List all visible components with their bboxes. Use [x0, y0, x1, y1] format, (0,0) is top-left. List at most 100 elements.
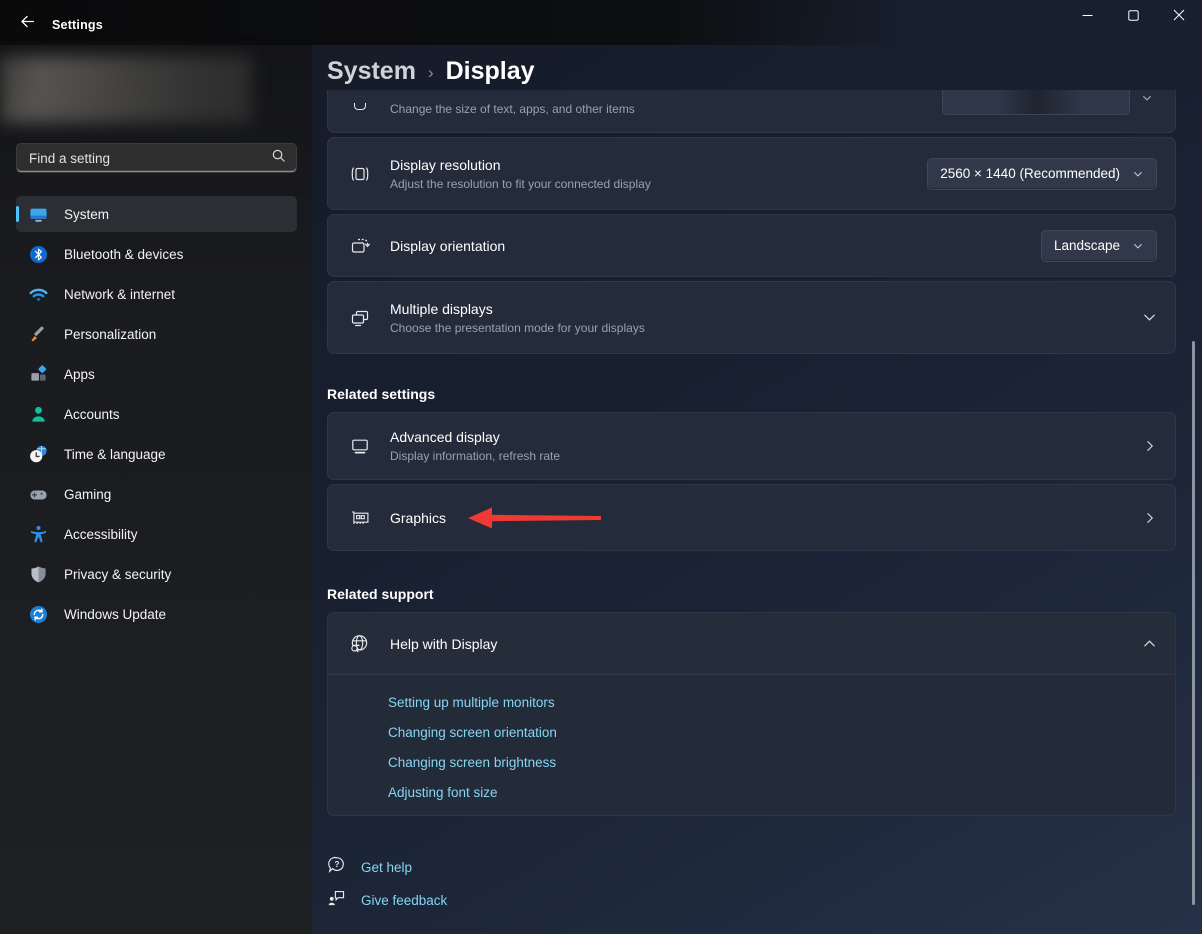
feedback-icon	[327, 888, 346, 912]
resolution-dropdown[interactable]: 2560 × 1440 (Recommended)	[927, 158, 1157, 190]
multiple-displays-icon	[349, 308, 370, 328]
back-button[interactable]	[14, 13, 40, 35]
close-icon	[1173, 8, 1185, 26]
chevron-down-icon	[1132, 240, 1144, 252]
breadcrumb-root[interactable]: System	[327, 57, 416, 86]
orientation-value: Landscape	[1054, 238, 1120, 253]
sidebar-item-network-internet[interactable]: Network & internet	[16, 276, 297, 312]
give-feedback-label: Give feedback	[361, 893, 447, 908]
display-orientation-icon	[349, 236, 370, 256]
sidebar-item-label: System	[64, 207, 109, 222]
sidebar-item-label: Apps	[64, 367, 95, 382]
minimize-button[interactable]	[1064, 0, 1110, 33]
help-link[interactable]: Changing screen orientation	[388, 725, 1175, 740]
card-title: Display orientation	[390, 238, 1041, 254]
sidebar-item-time-language[interactable]: Time & language	[16, 436, 297, 472]
maximize-button[interactable]	[1110, 0, 1156, 33]
card-subtitle: Choose the presentation mode for your di…	[390, 321, 1142, 335]
get-help-label: Get help	[361, 860, 412, 875]
orientation-dropdown[interactable]: Landscape	[1041, 230, 1157, 262]
related-support-header: Related support	[327, 586, 434, 602]
get-help-link[interactable]: ? Get help	[327, 855, 412, 879]
help-card-title: Help with Display	[390, 636, 1142, 652]
scale-dropdown[interactable]	[942, 90, 1130, 115]
sidebar-nav: System Bluetooth & devices Network & int…	[16, 196, 297, 636]
help-link[interactable]: Changing screen brightness	[388, 755, 1175, 770]
help-with-display-card: Help with Display Setting up multiple mo…	[327, 612, 1176, 816]
chevron-up-icon[interactable]	[1142, 636, 1157, 651]
sidebar-item-bluetooth-devices[interactable]: Bluetooth & devices	[16, 236, 297, 272]
card-title: Display resolution	[390, 157, 927, 173]
sidebar-item-label: Bluetooth & devices	[64, 247, 183, 262]
sidebar-item-label: Network & internet	[64, 287, 175, 302]
sidebar-item-label: Accounts	[64, 407, 120, 422]
advanced-display-card[interactable]: Advanced display Display information, re…	[327, 412, 1176, 480]
back-arrow-icon	[19, 13, 36, 35]
help-card-header[interactable]: Help with Display	[328, 613, 1175, 674]
brush-icon	[29, 325, 48, 344]
card-title: Multiple displays	[390, 301, 1142, 317]
help-link[interactable]: Adjusting font size	[388, 785, 1175, 800]
sidebar-item-privacy-security[interactable]: Privacy & security	[16, 556, 297, 592]
card-subtitle: Adjust the resolution to fit your connec…	[390, 177, 927, 191]
minimize-icon	[1082, 8, 1093, 26]
sidebar-item-label: Privacy & security	[64, 567, 171, 582]
svg-text:?: ?	[335, 860, 340, 869]
sidebar-item-system[interactable]: System	[16, 196, 297, 232]
sidebar-item-label: Windows Update	[64, 607, 166, 622]
card-subtitle: Display information, refresh rate	[390, 449, 1143, 463]
sidebar-item-apps[interactable]: Apps	[16, 356, 297, 392]
accessibility-icon	[29, 525, 48, 544]
wifi-icon	[29, 285, 48, 304]
graphics-icon	[349, 508, 370, 528]
page-title: Display	[446, 57, 535, 86]
chevron-down-icon[interactable]	[1142, 310, 1157, 325]
related-settings-header: Related settings	[327, 386, 435, 402]
sidebar-item-gaming[interactable]: Gaming	[16, 476, 297, 512]
update-icon	[29, 605, 48, 624]
shield-icon	[29, 565, 48, 584]
multiple-displays-card[interactable]: Multiple displays Choose the presentatio…	[327, 281, 1176, 354]
breadcrumb: System › Display	[327, 57, 535, 86]
help-link[interactable]: Setting up multiple monitors	[388, 695, 1175, 710]
display-orientation-card: Display orientation Landscape	[327, 214, 1176, 277]
app-title: Settings	[52, 18, 103, 32]
window-controls	[1064, 0, 1202, 33]
chevron-right-icon	[1143, 439, 1157, 453]
bluetooth-icon	[29, 245, 48, 264]
sidebar-item-label: Gaming	[64, 487, 111, 502]
graphics-card[interactable]: Graphics	[327, 484, 1176, 551]
titlebar	[0, 0, 1202, 45]
gamepad-icon	[29, 485, 48, 504]
system-icon	[29, 205, 48, 224]
sidebar-item-label: Accessibility	[64, 527, 138, 542]
resolution-value: 2560 × 1440 (Recommended)	[940, 166, 1120, 181]
sidebar-item-label: Time & language	[64, 447, 166, 462]
close-button[interactable]	[1156, 0, 1202, 33]
scale-card-partial[interactable]: Change the size of text, apps, and other…	[327, 90, 1176, 133]
selected-indicator	[16, 206, 19, 222]
sidebar-item-accessibility[interactable]: Accessibility	[16, 516, 297, 552]
person-icon	[29, 405, 48, 424]
display-resolution-card: Display resolution Adjust the resolution…	[327, 137, 1176, 210]
breadcrumb-separator: ›	[428, 60, 434, 83]
search-icon	[271, 148, 286, 168]
sidebar-item-personalization[interactable]: Personalization	[16, 316, 297, 352]
web-globe-icon	[349, 633, 370, 654]
chevron-down-icon	[1141, 92, 1153, 104]
search-input[interactable]	[29, 151, 271, 166]
sidebar-item-accounts[interactable]: Accounts	[16, 396, 297, 432]
sidebar-item-windows-update[interactable]: Windows Update	[16, 596, 297, 632]
clock-globe-icon	[29, 445, 48, 464]
vertical-scrollbar-thumb[interactable]	[1192, 341, 1195, 905]
sidebar-item-label: Personalization	[64, 327, 156, 342]
give-feedback-link[interactable]: Give feedback	[327, 888, 447, 912]
card-title: Advanced display	[390, 429, 1143, 445]
apps-icon	[29, 365, 48, 384]
search-box[interactable]	[16, 143, 297, 173]
get-help-icon: ?	[327, 855, 346, 879]
scale-icon	[349, 102, 370, 110]
advanced-display-icon	[349, 436, 370, 456]
chevron-right-icon	[1143, 511, 1157, 525]
help-links: Setting up multiple monitors Changing sc…	[328, 674, 1175, 815]
